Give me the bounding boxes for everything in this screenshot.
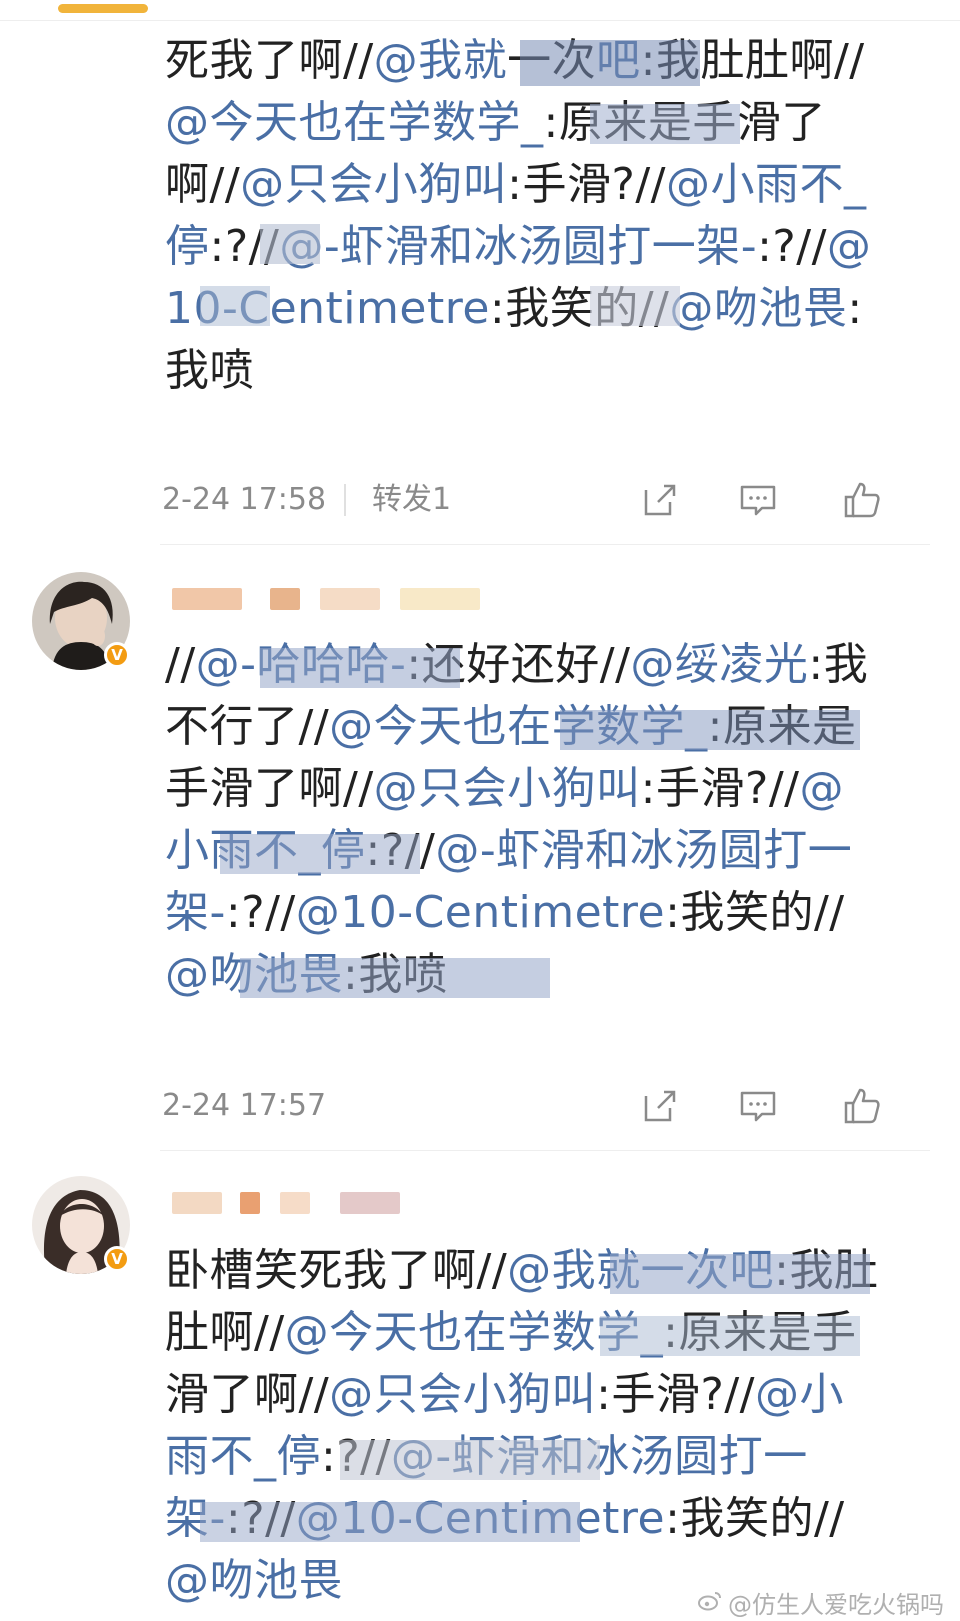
- comment-text: //@-哈哈哈-:还好还好//@绥凌光:我不行了//@今天也在学数学_:原来是手…: [165, 634, 885, 1006]
- mention-link[interactable]: @我就: [374, 35, 508, 86]
- comment-text-segment: :手滑?//: [507, 159, 666, 210]
- comment-text: 死我了啊//@我就一次吧:我肚肚啊//@今天也在学数学_:原来是手滑了啊//@只…: [165, 30, 885, 402]
- share-icon[interactable]: [640, 480, 680, 520]
- tab-indicator: [58, 4, 148, 13]
- mention-link[interactable]: @我就一次吧: [507, 1245, 774, 1296]
- comment-text-segment: :我笑的//: [489, 283, 670, 334]
- comment-text-segment: :?//: [321, 1431, 391, 1482]
- avatar[interactable]: V: [32, 572, 130, 670]
- comment-time: 2-24 17:57: [162, 1088, 327, 1123]
- weibo-logo-icon: [698, 1589, 722, 1617]
- watermark: @仿生人爱吃火锅吗: [698, 1585, 944, 1620]
- username-redacted[interactable]: [170, 1186, 500, 1220]
- comment-text: 卧槽笑死我了啊//@我就一次吧:我肚肚啊//@今天也在学数学_:原来是手滑了啊/…: [165, 1240, 885, 1612]
- mention-link[interactable]: @10-Centimetre: [296, 887, 665, 938]
- comment-icon[interactable]: [738, 480, 778, 520]
- mention-link[interactable]: @绥凌光: [630, 639, 808, 690]
- mention-link[interactable]: @吻池畏: [165, 949, 343, 1000]
- mention-link[interactable]: @今天也在学数学_: [165, 97, 544, 148]
- comment-text-segment: :?//: [757, 221, 827, 272]
- top-divider: [0, 20, 960, 21]
- mention-link[interactable]: @吻池畏: [669, 283, 847, 334]
- mention-link[interactable]: @吻池畏: [165, 1555, 343, 1606]
- mention-link[interactable]: @只会小狗叫: [374, 763, 641, 814]
- comment-meta: 2-24 17:57: [162, 1086, 902, 1126]
- comment-text-segment: //: [165, 639, 196, 690]
- comment-text-segment: 死我了啊//: [165, 35, 374, 86]
- comment-text-segment: :我笑的//: [665, 1493, 845, 1544]
- meta-separator: [344, 484, 346, 516]
- like-icon[interactable]: [842, 480, 882, 520]
- comment-text-segment: :还好还好//: [406, 639, 631, 690]
- mention-link[interactable]: @只会小狗叫: [329, 1369, 596, 1420]
- mention-link[interactable]: @10-Centimetre: [296, 1493, 665, 1544]
- repost-count[interactable]: 转发1: [372, 480, 451, 520]
- comment-text-segment: :?//: [225, 1493, 296, 1544]
- comment-text-segment: :我喷: [343, 949, 448, 1000]
- comment-text-segment: 卧槽笑死我了啊//: [165, 1245, 508, 1296]
- comment-text-segment: 一次: [507, 35, 597, 86]
- avatar[interactable]: V: [32, 1176, 130, 1274]
- comment-text-segment: :?//: [365, 825, 436, 876]
- like-icon[interactable]: [842, 1086, 882, 1126]
- mention-link[interactable]: @今天也在学数学_: [329, 701, 708, 752]
- verified-badge-icon: V: [104, 1246, 130, 1272]
- mention-link[interactable]: 吧: [596, 35, 641, 86]
- comment-text-segment: :手滑?//: [640, 763, 800, 814]
- mention-link[interactable]: @-虾滑和冰汤圆打一架-: [279, 221, 757, 272]
- comment-time: 2-24 17:58: [162, 482, 327, 517]
- comment-text-segment: :?//: [209, 221, 280, 272]
- mention-link[interactable]: @今天也在学数学_: [285, 1307, 664, 1358]
- comment-divider: [160, 1150, 930, 1151]
- verified-badge-icon: V: [104, 642, 130, 668]
- comment-text-segment: :?//: [225, 887, 296, 938]
- mention-link[interactable]: @只会小狗叫: [240, 159, 507, 210]
- comment-text-segment: :我肚肚啊//: [640, 35, 865, 86]
- watermark-text: @仿生人爱吃火锅吗: [728, 1591, 944, 1619]
- comment-divider: [160, 544, 930, 545]
- username-redacted[interactable]: [170, 582, 500, 616]
- comment-meta: 2-24 17:58 转发1: [162, 480, 902, 520]
- share-icon[interactable]: [640, 1086, 680, 1126]
- comment-text-segment: :我笑的//: [665, 887, 845, 938]
- mention-link[interactable]: @-哈哈哈-: [196, 639, 407, 690]
- comment-icon[interactable]: [738, 1086, 778, 1126]
- comment-text-segment: :手滑?//: [596, 1369, 755, 1420]
